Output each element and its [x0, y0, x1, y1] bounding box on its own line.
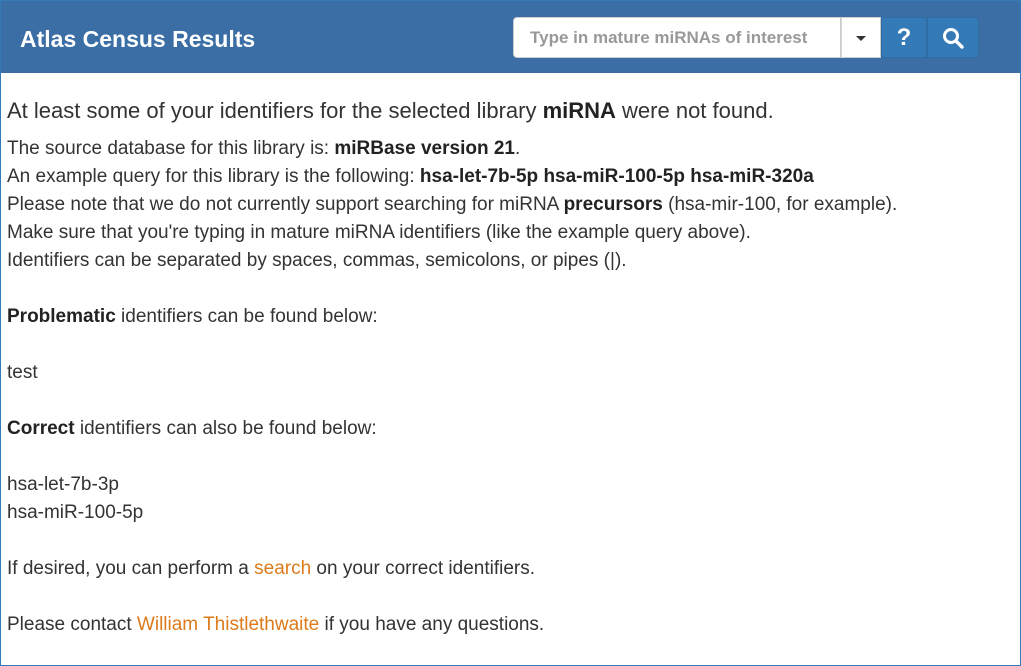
- search-prefix: If desired, you can perform a: [7, 558, 255, 579]
- problematic-id: test: [7, 362, 38, 383]
- source-suffix: .: [514, 138, 521, 159]
- correct-id: hsa-let-7b-3p: [7, 474, 119, 495]
- contact-suffix: if you have any questions.: [319, 614, 545, 635]
- precursor-prefix: Please note that we do not currently sup…: [7, 194, 564, 215]
- lead-prefix: At least some of your identifiers for th…: [7, 98, 543, 123]
- precursor-bold: precursors: [563, 194, 663, 215]
- question-icon: ?: [896, 23, 912, 51]
- dropdown-button[interactable]: [841, 17, 881, 58]
- precursor-note: Please note that we do not currently sup…: [7, 191, 1007, 219]
- correct-bold: Correct: [7, 418, 75, 439]
- precursor-suffix: (hsa-mir-100, for example).: [662, 194, 898, 215]
- separator-note: Identifiers can be separated by spaces, …: [7, 250, 627, 271]
- search-suggestion: If desired, you can perform a search on …: [7, 555, 1007, 583]
- example-query: hsa-let-7b-5p hsa-miR-100-5p hsa-miR-320…: [419, 166, 814, 187]
- example-prefix: An example query for this library is the…: [7, 166, 420, 187]
- chevron-down-icon: [856, 36, 866, 41]
- help-button[interactable]: ?: [881, 17, 927, 58]
- lead-suffix: were not found.: [615, 98, 774, 123]
- search-suffix: on your correct identifiers.: [311, 558, 536, 579]
- mature-note: Make sure that you're typing in mature m…: [7, 222, 751, 243]
- source-database-line: The source database for this library is:…: [7, 135, 1007, 163]
- results-content: At least some of your identifiers for th…: [7, 97, 1007, 639]
- problematic-suffix: identifiers can be found below:: [115, 306, 378, 327]
- contact-prefix: Please contact: [7, 614, 137, 635]
- search-icon: [943, 27, 964, 49]
- not-found-heading: At least some of your identifiers for th…: [7, 97, 1007, 125]
- contact-line: Please contact William Thistlethwaite if…: [7, 611, 1007, 639]
- correct-id: hsa-miR-100-5p: [7, 502, 144, 523]
- search-input[interactable]: [513, 17, 841, 58]
- source-prefix: The source database for this library is:: [7, 138, 335, 159]
- search-button[interactable]: [927, 17, 979, 58]
- results-panel: Atlas Census Results ? At least some of …: [0, 0, 1021, 666]
- correct-suffix: identifiers can also be found below:: [74, 418, 377, 439]
- library-name: miRNA: [542, 98, 616, 123]
- correct-heading: Correct identifiers can also be found be…: [7, 415, 1007, 443]
- source-value: miRBase version 21: [334, 138, 515, 159]
- example-query-line: An example query for this library is the…: [7, 163, 1007, 191]
- problematic-bold: Problematic: [7, 306, 116, 327]
- search-group: ?: [513, 17, 979, 58]
- contact-link[interactable]: William Thistlethwaite: [137, 614, 319, 635]
- search-link[interactable]: search: [254, 558, 311, 579]
- panel-header: Atlas Census Results ?: [1, 1, 1020, 73]
- problematic-heading: Problematic identifiers can be found bel…: [7, 303, 1007, 331]
- page-title: Atlas Census Results: [20, 26, 256, 52]
